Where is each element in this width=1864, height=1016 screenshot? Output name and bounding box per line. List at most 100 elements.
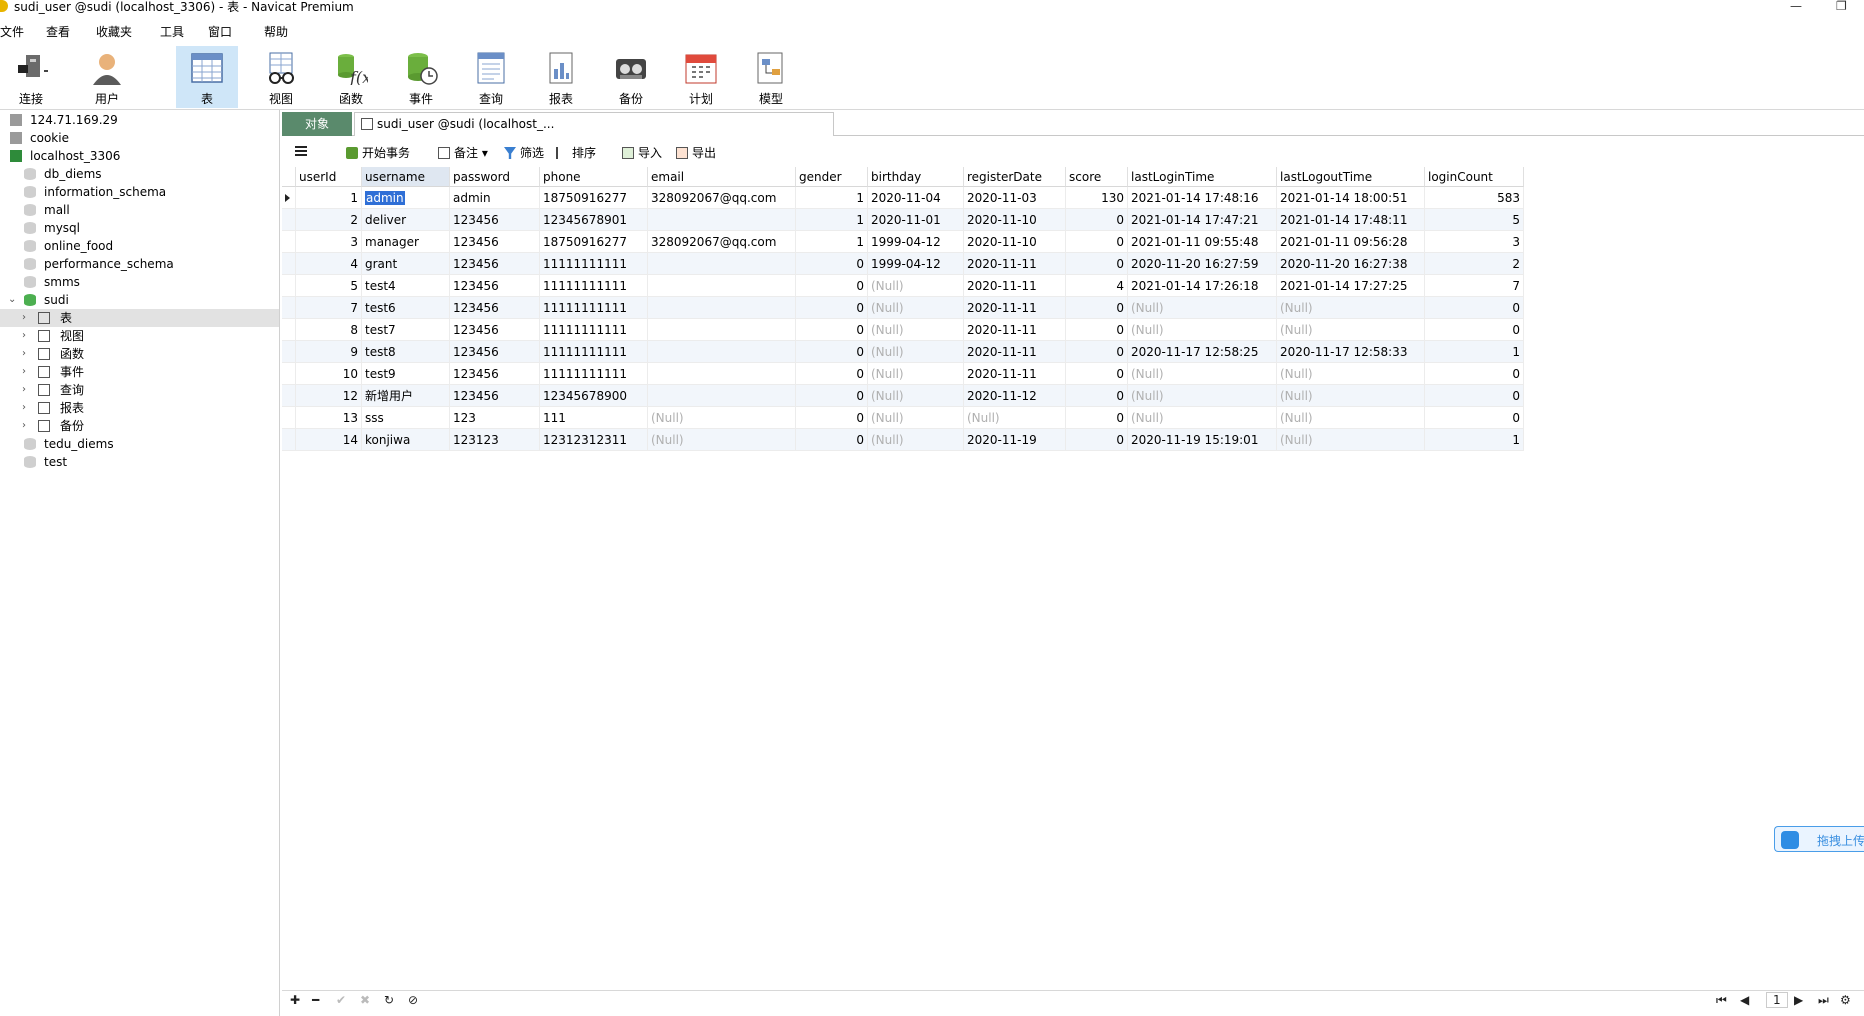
tree-item-10[interactable]: smms bbox=[0, 273, 279, 291]
cell-username[interactable]: test7 bbox=[362, 319, 450, 341]
column-header-lastLogoutTime[interactable]: lastLogoutTime bbox=[1277, 167, 1425, 187]
cell-password[interactable]: 123456 bbox=[450, 253, 540, 275]
user-button[interactable]: 用户 bbox=[76, 46, 138, 108]
cell-birthday[interactable]: 2020-11-01 bbox=[868, 209, 964, 231]
delete-record-icon[interactable]: ━ bbox=[312, 993, 319, 1007]
cell-phone[interactable]: 11111111111 bbox=[540, 275, 648, 297]
cell-gender[interactable]: 0 bbox=[796, 319, 868, 341]
cell-registerDate[interactable]: 2020-11-11 bbox=[964, 341, 1066, 363]
settings-gear-icon[interactable]: ⚙ bbox=[1840, 993, 1851, 1007]
cell-password[interactable]: 123456 bbox=[450, 341, 540, 363]
tab-sudi-user[interactable]: sudi_user @sudi (localhost_... bbox=[354, 112, 834, 136]
current-row-indicator-icon[interactable] bbox=[282, 187, 296, 209]
cell-username[interactable]: test9 bbox=[362, 363, 450, 385]
cell-password[interactable]: 123456 bbox=[450, 385, 540, 407]
expand-arrow-icon[interactable]: › bbox=[22, 345, 26, 363]
cell-lastLoginTime[interactable]: (Null) bbox=[1128, 407, 1277, 429]
tree-item-7[interactable]: mysql bbox=[0, 219, 279, 237]
cell-birthday[interactable]: (Null) bbox=[868, 297, 964, 319]
column-header-score[interactable]: score bbox=[1066, 167, 1128, 187]
cell-username[interactable]: test6 bbox=[362, 297, 450, 319]
begin-transaction-button[interactable]: 开始事务 bbox=[346, 145, 410, 161]
row-selector[interactable] bbox=[282, 231, 296, 253]
filter-button[interactable]: 筛选 bbox=[504, 145, 544, 161]
cell-score[interactable]: 4 bbox=[1066, 275, 1128, 297]
cell-username[interactable]: deliver bbox=[362, 209, 450, 231]
cell-userId[interactable]: 13 bbox=[296, 407, 362, 429]
cell-score[interactable]: 0 bbox=[1066, 363, 1128, 385]
apply-changes-icon[interactable]: ✔ bbox=[336, 993, 346, 1007]
tree-item-17[interactable]: › 报表 bbox=[0, 399, 279, 417]
cell-score[interactable]: 0 bbox=[1066, 341, 1128, 363]
cell-username[interactable]: 新增用户 bbox=[362, 385, 450, 407]
row-selector[interactable] bbox=[282, 209, 296, 231]
navigation-tree[interactable]: 124.71.169.29 cookie localhost_3306 db_diem… bbox=[0, 110, 280, 1016]
tree-item-19[interactable]: tedu_diems bbox=[0, 435, 279, 453]
row-selector[interactable] bbox=[282, 319, 296, 341]
cell-gender[interactable]: 0 bbox=[796, 341, 868, 363]
cell-score[interactable]: 0 bbox=[1066, 297, 1128, 319]
cell-birthday[interactable]: (Null) bbox=[868, 429, 964, 451]
cell-score[interactable]: 0 bbox=[1066, 231, 1128, 253]
table-row[interactable]: 13 sss 123 111 (Null) 0 (Null) (Null) 0 (Null) (Nu… bbox=[282, 407, 1524, 429]
cell-email[interactable] bbox=[648, 253, 796, 275]
cell-registerDate[interactable]: 2020-11-03 bbox=[964, 187, 1066, 209]
cell-username[interactable]: admin bbox=[362, 187, 450, 209]
column-header-phone[interactable]: phone bbox=[540, 167, 648, 187]
expand-arrow-icon[interactable]: › bbox=[22, 399, 26, 417]
cell-lastLoginTime[interactable]: 2020-11-17 12:58:25 bbox=[1128, 341, 1277, 363]
cell-gender[interactable]: 0 bbox=[796, 275, 868, 297]
column-header-loginCount[interactable]: loginCount bbox=[1425, 167, 1524, 187]
tree-item-20[interactable]: test bbox=[0, 453, 279, 471]
grid-menu-icon[interactable] bbox=[294, 145, 308, 161]
cell-loginCount[interactable]: 0 bbox=[1425, 385, 1524, 407]
table-button[interactable]: 表 bbox=[176, 46, 238, 108]
cell-score[interactable]: 0 bbox=[1066, 253, 1128, 275]
minimize-icon[interactable]: — bbox=[1790, 0, 1802, 13]
expand-arrow-icon[interactable]: › bbox=[22, 363, 26, 381]
first-page-icon[interactable]: ⏮ bbox=[1716, 993, 1727, 1008]
cell-gender[interactable]: 0 bbox=[796, 385, 868, 407]
table-row[interactable]: 9 test8 123456 11111111111 0 (Null) 2020-11-11… bbox=[282, 341, 1524, 363]
cell-userId[interactable]: 1 bbox=[296, 187, 362, 209]
cell-lastLogoutTime[interactable]: (Null) bbox=[1277, 385, 1425, 407]
cell-userId[interactable]: 9 bbox=[296, 341, 362, 363]
cell-lastLogoutTime[interactable]: 2020-11-17 12:58:33 bbox=[1277, 341, 1425, 363]
cell-username[interactable]: sss bbox=[362, 407, 450, 429]
last-page-icon[interactable]: ⏭ bbox=[1818, 993, 1829, 1008]
column-header-email[interactable]: email bbox=[648, 167, 796, 187]
cell-birthday[interactable]: 1999-04-12 bbox=[868, 231, 964, 253]
table-row[interactable]: 12 新增用户 123456 12345678900 0 (Null) 2020-11-12… bbox=[282, 385, 1524, 407]
menu-view[interactable]: 查看 bbox=[46, 23, 70, 40]
row-selector[interactable] bbox=[282, 341, 296, 363]
cell-username[interactable]: test8 bbox=[362, 341, 450, 363]
cell-password[interactable]: 123 bbox=[450, 407, 540, 429]
tree-item-12[interactable]: › 表 bbox=[0, 309, 279, 327]
expand-arrow-icon[interactable]: › bbox=[22, 417, 26, 435]
column-header-birthday[interactable]: birthday bbox=[868, 167, 964, 187]
cell-registerDate[interactable]: 2020-11-10 bbox=[964, 209, 1066, 231]
export-button[interactable]: 导出 bbox=[676, 145, 716, 161]
table-row[interactable]: 2 deliver 123456 12345678901 1 2020-11-01 2020… bbox=[282, 209, 1524, 231]
cell-lastLoginTime[interactable]: 2020-11-20 16:27:59 bbox=[1128, 253, 1277, 275]
cell-phone[interactable]: 11111111111 bbox=[540, 297, 648, 319]
tree-item-9[interactable]: performance_schema bbox=[0, 255, 279, 273]
tree-item-13[interactable]: › 视图 bbox=[0, 327, 279, 345]
cell-lastLogoutTime[interactable]: (Null) bbox=[1277, 297, 1425, 319]
cell-score[interactable]: 0 bbox=[1066, 429, 1128, 451]
cell-phone[interactable]: 11111111111 bbox=[540, 363, 648, 385]
cell-phone[interactable]: 12312312311 bbox=[540, 429, 648, 451]
cell-birthday[interactable]: 1999-04-12 bbox=[868, 253, 964, 275]
cell-registerDate[interactable]: (Null) bbox=[964, 407, 1066, 429]
view-button[interactable]: 视图 bbox=[250, 46, 312, 108]
column-header-gender[interactable]: gender bbox=[796, 167, 868, 187]
cell-email[interactable] bbox=[648, 341, 796, 363]
tree-item-14[interactable]: › 函数 bbox=[0, 345, 279, 363]
query-button[interactable]: 查询 bbox=[460, 46, 522, 108]
table-row[interactable]: 14 konjiwa 123123 12312312311 (Null) 0 (Null) 2… bbox=[282, 429, 1524, 451]
cell-password[interactable]: 123456 bbox=[450, 275, 540, 297]
tree-item-4[interactable]: db_diems bbox=[0, 165, 279, 183]
cell-lastLoginTime[interactable]: (Null) bbox=[1128, 363, 1277, 385]
tree-item-1[interactable]: 124.71.169.29 bbox=[0, 111, 279, 129]
cell-lastLogoutTime[interactable]: 2020-11-20 16:27:38 bbox=[1277, 253, 1425, 275]
